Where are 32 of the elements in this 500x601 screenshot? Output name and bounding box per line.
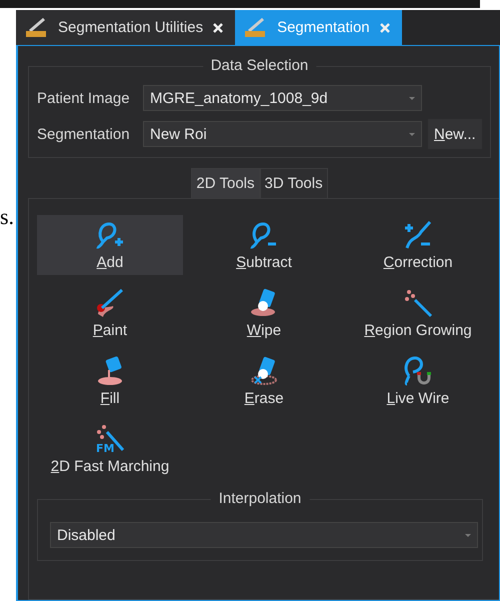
lasso-magnet-icon [403, 356, 433, 386]
brush-ruler-icon [24, 16, 48, 38]
lasso-minus-icon [249, 220, 279, 250]
magic-wand-icon [403, 288, 433, 318]
cut-off-text: s. [0, 204, 14, 230]
paint-bucket-icon [95, 356, 125, 386]
tool-button[interactable]: FM 2D Fast Marching [37, 419, 183, 479]
tools-tab[interactable]: 3D Tools [260, 168, 328, 198]
field-label: Patient Image [37, 90, 131, 106]
brush-ruler-icon [243, 16, 268, 38]
dropdown[interactable]: New Roi [143, 121, 422, 147]
new-button[interactable]: New... [428, 119, 482, 149]
curve-plus-minus-icon [403, 220, 433, 250]
dropdown[interactable]: Disabled [50, 522, 478, 548]
group-title: Interpolation [210, 490, 310, 508]
tool-button[interactable]: Subtract [191, 215, 337, 275]
eraser-icon [249, 356, 279, 386]
tool-button[interactable]: Fill [37, 351, 183, 411]
tool-button[interactable]: Erase [191, 351, 337, 411]
lasso-plus-icon [95, 220, 125, 250]
close-icon[interactable] [213, 22, 224, 32]
tool-button[interactable]: Region Growing [345, 283, 491, 343]
field-label: Segmentation [37, 126, 131, 142]
tool-button[interactable]: Add [37, 215, 183, 275]
dropdown[interactable]: MGRE_anatomy_1008_9d [143, 85, 422, 111]
tool-button[interactable]: Wipe [191, 283, 337, 343]
paintbrush-icon [95, 288, 125, 318]
tools-tab[interactable]: 2D Tools [191, 168, 260, 198]
tool-button[interactable]: Paint [37, 283, 183, 343]
tool-button[interactable]: Correction [345, 215, 491, 275]
panel-tab[interactable]: Segmentation Utilities [16, 10, 236, 45]
tool-button[interactable]: Live Wire [345, 351, 491, 411]
